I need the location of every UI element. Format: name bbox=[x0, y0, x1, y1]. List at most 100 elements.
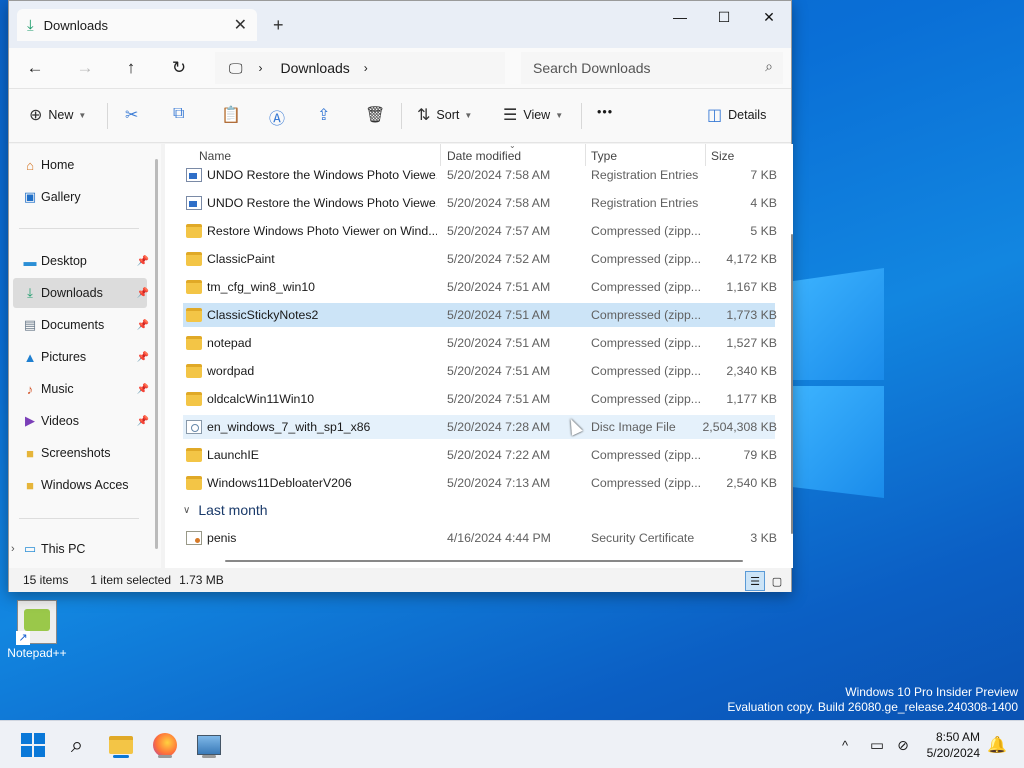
file-row[interactable]: ClassicPaint 5/20/2024 7:52 AM Compressed … bbox=[183, 247, 777, 271]
file-date: 5/20/2024 7:13 AM bbox=[447, 476, 551, 490]
toolbar-divider bbox=[581, 103, 582, 129]
search-taskbar-button[interactable]: ⌕ bbox=[62, 730, 92, 760]
column-header-size[interactable]: Size bbox=[711, 149, 734, 163]
minimize-button[interactable]: — bbox=[657, 1, 703, 33]
close-window-button[interactable]: ✕ bbox=[746, 1, 792, 33]
nav-item-desktop[interactable]: ▬ Desktop 📌 bbox=[13, 246, 150, 276]
sort-button[interactable]: ⇅ Sort ▼ bbox=[417, 105, 472, 125]
file-type: Compressed (zipp... bbox=[591, 336, 701, 350]
volume-icon[interactable]: ⊘ bbox=[888, 730, 918, 760]
nav-item-documents[interactable]: ▤ Documents 📌 bbox=[13, 310, 149, 340]
file-explorer-taskbar-button[interactable] bbox=[106, 730, 136, 760]
desktop-icon: ▬ bbox=[23, 253, 37, 269]
folder-icon bbox=[109, 736, 133, 754]
notification-bell-icon[interactable]: 🔔 bbox=[982, 730, 1012, 760]
column-header-date[interactable]: Date modified bbox=[447, 149, 521, 163]
chevron-right-icon[interactable]: › bbox=[11, 543, 15, 555]
rename-button[interactable]: Ⓐ bbox=[269, 105, 291, 129]
new-button[interactable]: ⊕ New ▼ bbox=[29, 105, 86, 125]
list-view-icon: ☰ bbox=[503, 107, 518, 124]
file-row[interactable]: ClassicStickyNotes2 5/20/2024 7:51 AM Comp… bbox=[183, 303, 777, 327]
tiles-view-button[interactable]: ▢ bbox=[767, 571, 787, 591]
pin-icon[interactable]: 📌 bbox=[137, 384, 149, 395]
file-size: 1,527 KB bbox=[726, 336, 777, 350]
nav-item-music[interactable]: ♪ Music 📌 bbox=[13, 374, 149, 404]
file-row[interactable]: Windows11DebloaterV206 5/20/2024 7:13 AM C… bbox=[183, 471, 777, 495]
search-input[interactable]: Search Downloads ⌕ bbox=[521, 52, 783, 84]
file-row[interactable]: LaunchIE 5/20/2024 7:22 AM Compressed (zip… bbox=[183, 443, 777, 467]
pin-icon[interactable]: 📌 bbox=[137, 352, 149, 363]
horizontal-scrollbar[interactable] bbox=[225, 560, 743, 562]
nav-item-this-pc[interactable]: › ▭ This PC bbox=[11, 534, 147, 564]
file-type: Compressed (zipp... bbox=[591, 224, 701, 238]
file-row[interactable]: oldcalcWin11Win10 5/20/2024 7:51 AM Compre… bbox=[183, 387, 777, 411]
details-view-button[interactable]: ☰ bbox=[745, 571, 765, 591]
photos-taskbar-button[interactable] bbox=[194, 730, 224, 760]
file-row[interactable]: tm_cfg_win8_win10 5/20/2024 7:51 AM Compre… bbox=[183, 275, 777, 299]
file-row[interactable]: UNDO Restore the Windows Photo Viewe... 5… bbox=[183, 191, 777, 215]
file-size: 1,167 KB bbox=[726, 280, 777, 294]
file-row[interactable]: en_windows_7_with_sp1_x86 5/20/2024 7:28 … bbox=[183, 415, 777, 439]
breadcrumb-chevron-icon[interactable]: › bbox=[364, 61, 368, 75]
pin-icon[interactable]: 📌 bbox=[137, 256, 149, 267]
nav-item-label: Desktop bbox=[41, 254, 87, 268]
file-size: 3 KB bbox=[750, 531, 777, 545]
file-row[interactable]: Restore Windows Photo Viewer on Wind... 5… bbox=[183, 219, 777, 243]
home-icon: ⌂ bbox=[26, 157, 34, 173]
forward-button[interactable]: → bbox=[71, 54, 99, 82]
nav-item-downloads[interactable]: ⤓ Downloads 📌 bbox=[13, 278, 149, 308]
nav-item-windows-accessories[interactable]: ■ Windows Acces bbox=[13, 470, 153, 500]
share-button[interactable]: ⇪ bbox=[317, 105, 336, 125]
file-row[interactable]: UNDO Restore the Windows Photo Viewe... 5… bbox=[183, 163, 777, 187]
desktop-icon-notepadpp[interactable]: Notepad++ bbox=[6, 600, 68, 660]
firefox-taskbar-button[interactable] bbox=[150, 730, 180, 760]
zip-folder-icon bbox=[186, 252, 202, 266]
show-hidden-icons-button[interactable]: ^ bbox=[830, 730, 860, 760]
up-button[interactable]: ↑ bbox=[117, 54, 145, 82]
details-view-icon: ☰ bbox=[750, 575, 760, 588]
breadcrumb-downloads[interactable]: Downloads bbox=[281, 60, 350, 76]
pin-icon[interactable]: 📌 bbox=[137, 288, 149, 299]
group-header-last-month[interactable]: ∨ Last month bbox=[183, 502, 268, 518]
column-header-type[interactable]: Type bbox=[591, 149, 617, 163]
sort-label: Sort bbox=[436, 108, 460, 122]
new-tab-button[interactable]: + bbox=[273, 15, 284, 36]
file-row[interactable]: penis 4/16/2024 4:44 PM Security Certifica… bbox=[183, 526, 777, 550]
file-date: 5/20/2024 7:51 AM bbox=[447, 336, 551, 350]
pin-icon[interactable]: 📌 bbox=[137, 416, 149, 427]
nav-scrollbar[interactable] bbox=[155, 159, 158, 549]
file-name: Restore Windows Photo Viewer on Wind... bbox=[207, 224, 437, 238]
copy-button[interactable]: ⧉ bbox=[173, 105, 190, 123]
tab-downloads[interactable]: ⤓ Downloads ✕ bbox=[17, 9, 257, 41]
address-box[interactable]: 🖵 › Downloads › bbox=[215, 52, 505, 84]
cut-button[interactable]: ✂ bbox=[125, 105, 144, 125]
toolbar-divider bbox=[401, 103, 402, 129]
system-clock[interactable]: 8:50 AM 5/20/2024 bbox=[927, 729, 980, 761]
pin-icon[interactable]: 📌 bbox=[137, 320, 149, 331]
start-button[interactable] bbox=[18, 730, 48, 760]
file-name: tm_cfg_win8_win10 bbox=[207, 280, 316, 294]
paste-button[interactable]: 📋 bbox=[221, 105, 247, 125]
details-pane-button[interactable]: ◫ Details bbox=[707, 105, 766, 125]
nav-item-gallery[interactable]: ▣ Gallery bbox=[13, 182, 147, 212]
breadcrumb-chevron-icon[interactable]: › bbox=[259, 61, 263, 75]
delete-button[interactable]: 🗑 bbox=[365, 105, 391, 125]
nav-item-videos[interactable]: ▶ Videos 📌 bbox=[13, 406, 149, 436]
nav-item-home[interactable]: ⌂ Home bbox=[13, 150, 147, 180]
file-row[interactable]: wordpad 5/20/2024 7:51 AM Compressed (zipp… bbox=[183, 359, 777, 383]
vertical-scrollbar[interactable] bbox=[791, 234, 793, 534]
item-count: 15 items bbox=[23, 573, 69, 587]
back-button[interactable]: ← bbox=[21, 54, 49, 82]
nav-item-screenshots[interactable]: ■ Screenshots bbox=[13, 438, 147, 468]
refresh-button[interactable]: ↻ bbox=[165, 54, 193, 82]
file-type: Compressed (zipp... bbox=[591, 364, 701, 378]
nav-item-pictures[interactable]: ▲ Pictures 📌 bbox=[13, 342, 149, 372]
view-label: View bbox=[523, 108, 551, 122]
file-row[interactable]: notepad 5/20/2024 7:51 AM Compressed (zipp… bbox=[183, 331, 777, 355]
more-options-button[interactable]: ••• bbox=[597, 105, 613, 119]
chevron-down-icon: ▼ bbox=[464, 110, 473, 120]
column-header-name[interactable]: Name bbox=[199, 149, 231, 163]
view-button[interactable]: ☰ View ▼ bbox=[503, 105, 563, 125]
close-tab-button[interactable]: ✕ bbox=[234, 15, 247, 35]
maximize-button[interactable]: ☐ bbox=[701, 1, 747, 33]
